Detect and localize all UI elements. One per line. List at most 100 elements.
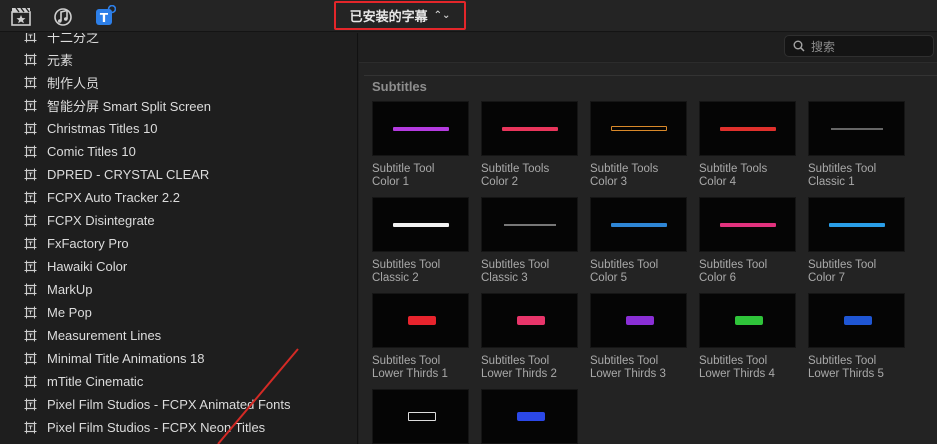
clapper-star-icon[interactable] [10,5,32,27]
preview-caption-bar [502,127,558,131]
title-template-icon [24,421,37,434]
sidebar-item[interactable]: 制作人员 [24,71,99,94]
thumbnail-preview [590,293,687,348]
tile-label-line2: Color 5 [590,272,628,284]
title-template-icon [24,99,37,112]
tile-label: Subtitles Tool Lower Thirds 4 [699,355,804,381]
thumbnail-preview [808,293,905,348]
title-template-icon [24,237,37,250]
tile-label-line2: Color 4 [699,176,737,188]
search-input[interactable]: 搜索 [784,35,934,57]
sidebar-item[interactable]: FCPX Auto Tracker 2.2 [24,186,180,209]
sidebar-item[interactable]: Hawaiki Color [24,255,127,278]
tile-label-line1: Subtitles Tool [699,259,768,271]
preview-caption-bar [611,126,667,131]
sidebar-item-label: Pixel Film Studios - FCPX Animated Fonts [47,397,291,412]
tile-label: Subtitle Tools Color 2 [481,163,586,189]
title-template-icon [24,168,37,181]
sidebar-item-label: Christmas Titles 10 [47,121,158,136]
tile-label-line2: Classic 3 [481,272,528,284]
thumbnail-preview [481,389,578,444]
thumbnail-preview [372,197,469,252]
sidebar-item[interactable]: Minimal Title Animations 18 [24,347,205,370]
sidebar-item-label: 元素 [47,53,74,68]
title-template-icon [24,145,37,158]
thumbnail-preview [808,101,905,156]
title-template-icon [24,329,37,342]
tile-label: Subtitle Tools Color 4 [699,163,804,189]
thumbnail-preview [699,197,796,252]
thumbnail-preview [699,101,796,156]
preview-caption-bar [517,412,545,421]
tile-label-line2: Color 2 [481,176,519,188]
tile-label-line2: Color 1 [372,176,410,188]
tile-label-line2: Lower Thirds 2 [481,368,557,380]
sidebar-item-label: 十二分之 [47,33,100,45]
tile-label-line1: Subtitles Tool [481,259,550,271]
sidebar-item[interactable]: Pixel Film Studios - ProWarp [24,439,213,444]
sidebar-item[interactable]: Pixel Film Studios - FCPX Neon Titles [24,416,265,439]
sidebar-item[interactable]: 十二分之 [24,33,99,48]
thumbnail-preview [699,293,796,348]
group-title: Subtitles [372,79,427,94]
title-template-icon [24,76,37,89]
sidebar-item-label: Me Pop [47,305,92,320]
sidebar-item-label: MarkUp [47,282,93,297]
tile-label: Subtitles Tool Classic 2 [372,259,477,285]
search-icon [793,40,805,52]
sidebar-item[interactable]: Comic Titles 10 [24,140,136,163]
search-row: 搜索 [359,33,937,61]
sidebar-item-label: Measurement Lines [47,328,162,343]
sidebar-item[interactable]: mTitle Cinematic [24,370,143,393]
chevron-updown-icon: ⌃⌄ [433,9,451,21]
tile-label: Subtitle Tool Color 1 [372,163,477,189]
sidebar-item-label: FCPX Disintegrate [47,213,155,228]
sidebar-item-label: FxFactory Pro [47,236,129,251]
selector-label: 已安装的字幕 [349,9,428,24]
search-placeholder: 搜索 [811,39,836,54]
preview-caption-bar [735,316,763,325]
sidebar-item[interactable]: Me Pop [24,301,92,324]
sidebar-item[interactable]: Measurement Lines [24,324,161,347]
tile-label: Subtitles Tool Classic 1 [808,163,913,189]
preview-caption-bar [831,128,883,130]
tile-label-line2: Lower Thirds 5 [808,368,884,380]
sidebar-item[interactable]: FCPX Disintegrate [24,209,155,232]
tile-label: Subtitles Tool Color 7 [808,259,913,285]
installed-titles-selector[interactable]: 已安装的字幕 ⌃⌄ [334,1,466,30]
tile-label: Subtitles Tool Lower Thirds 5 [808,355,913,381]
title-template-icon [24,283,37,296]
tile-label-line1: Subtitles Tool [372,259,441,271]
thumbnail-preview [808,197,905,252]
sidebar-item-label: Pixel Film Studios - FCPX Neon Titles [47,420,266,435]
titles-icon[interactable]: T [94,5,116,27]
sidebar-item-label: Comic Titles 10 [47,144,136,159]
tile-label: Subtitle Tools Color 3 [590,163,695,189]
thumbnail-preview [481,101,578,156]
preview-caption-bar [504,224,556,226]
tile-label-line1: Subtitle Tools [481,163,550,175]
tile-label-line1: Subtitles Tool [808,163,877,175]
title-template-icon [24,306,37,319]
tile-label: Subtitles Tool Color 5 [590,259,695,285]
tile-label-line2: Color 7 [808,272,846,284]
sidebar-item[interactable]: 元素 [24,48,73,71]
sidebar-item[interactable]: Christmas Titles 10 [24,117,158,140]
tile-label: Subtitles Tool Classic 3 [481,259,586,285]
sidebar-item[interactable]: MarkUp [24,278,93,301]
title-template-icon [24,214,37,227]
thumbnail-preview [372,389,469,444]
title-template-icon [24,352,37,365]
sidebar-item[interactable]: Pixel Film Studios - FCPX Animated Fonts [24,393,290,416]
sidebar-item[interactable]: 智能分屏 Smart Split Screen [24,94,211,117]
title-template-icon [24,398,37,411]
titles-browser: Subtitles Subtitle Tool Color 1 Subtitle T… [359,62,937,444]
sidebar-item-label: mTitle Cinematic [47,374,144,389]
sidebar-item[interactable]: DPRED - CRYSTAL CLEAR [24,163,209,186]
tile-label: Subtitles Tool Lower Thirds 1 [372,355,477,381]
tile-label-line2: Classic 2 [372,272,419,284]
music-note-icon[interactable] [52,5,74,27]
tile-label-line2: Lower Thirds 3 [590,368,666,380]
section-divider [364,75,937,76]
sidebar-item[interactable]: FxFactory Pro [24,232,129,255]
